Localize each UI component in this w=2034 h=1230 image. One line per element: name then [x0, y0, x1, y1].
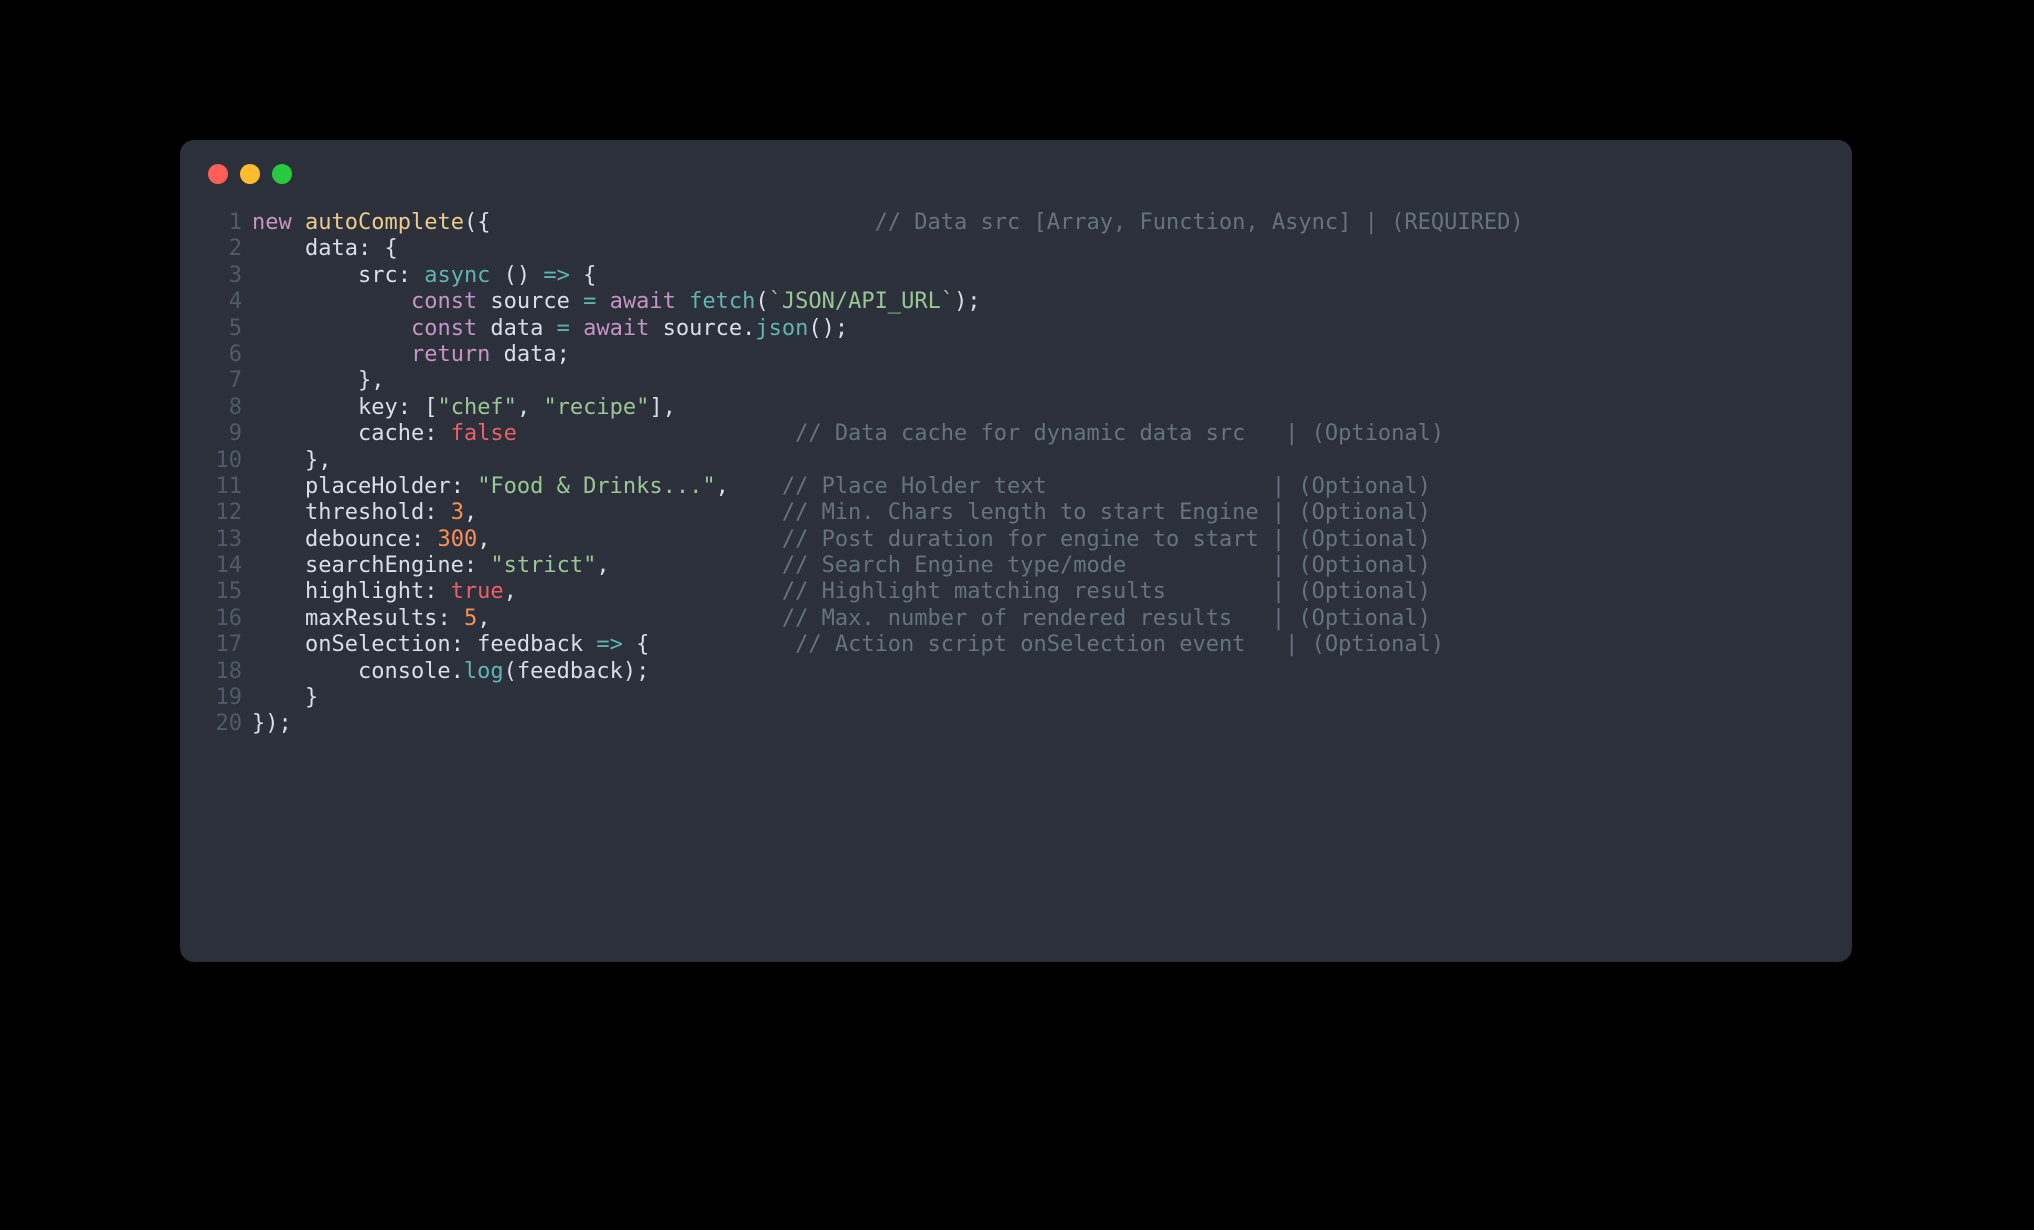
window-titlebar: [180, 140, 1852, 196]
code-line: 19 }: [204, 685, 1828, 711]
code-line: 10 },: [204, 448, 1828, 474]
line-number: 4: [204, 289, 242, 315]
minimize-icon[interactable]: [240, 164, 260, 184]
code-line: 16 maxResults: 5, // Max. number of rend…: [204, 606, 1828, 632]
line-number: 16: [204, 606, 242, 632]
line-number: 13: [204, 527, 242, 553]
code-line: 7 },: [204, 368, 1828, 394]
line-number: 8: [204, 395, 242, 421]
code-line: 3 src: async () => {: [204, 263, 1828, 289]
code-line: 20 });: [204, 711, 1828, 737]
line-number: 10: [204, 448, 242, 474]
code-line: 6 return data;: [204, 342, 1828, 368]
maximize-icon[interactable]: [272, 164, 292, 184]
code-line: 2 data: {: [204, 236, 1828, 262]
line-number: 6: [204, 342, 242, 368]
line-number: 17: [204, 632, 242, 658]
line-number: 14: [204, 553, 242, 579]
code-line: 12 threshold: 3, // Min. Chars length to…: [204, 500, 1828, 526]
close-icon[interactable]: [208, 164, 228, 184]
code-window: 1 new autoComplete({ // Data src [Array,…: [180, 140, 1852, 962]
code-editor[interactable]: 1 new autoComplete({ // Data src [Array,…: [180, 196, 1852, 762]
code-line: 15 highlight: true, // Highlight matchin…: [204, 579, 1828, 605]
line-number: 20: [204, 711, 242, 737]
line-number: 5: [204, 316, 242, 342]
line-number: 11: [204, 474, 242, 500]
code-line: 5 const data = await source.json();: [204, 316, 1828, 342]
line-number: 12: [204, 500, 242, 526]
code-line: 11 placeHolder: "Food & Drinks...", // P…: [204, 474, 1828, 500]
code-line: 1 new autoComplete({ // Data src [Array,…: [204, 210, 1828, 236]
code-line: 9 cache: false // Data cache for dynamic…: [204, 421, 1828, 447]
line-number: 15: [204, 579, 242, 605]
line-number: 2: [204, 236, 242, 262]
line-number: 19: [204, 685, 242, 711]
code-line: 18 console.log(feedback);: [204, 659, 1828, 685]
code-line: 17 onSelection: feedback => { // Action …: [204, 632, 1828, 658]
line-number: 9: [204, 421, 242, 447]
code-line: 4 const source = await fetch(`JSON/API_U…: [204, 289, 1828, 315]
code-line: 8 key: ["chef", "recipe"],: [204, 395, 1828, 421]
line-number: 7: [204, 368, 242, 394]
code-line: 14 searchEngine: "strict", // Search Eng…: [204, 553, 1828, 579]
line-number: 3: [204, 263, 242, 289]
line-number: 18: [204, 659, 242, 685]
code-line: 13 debounce: 300, // Post duration for e…: [204, 527, 1828, 553]
line-number: 1: [204, 210, 242, 236]
